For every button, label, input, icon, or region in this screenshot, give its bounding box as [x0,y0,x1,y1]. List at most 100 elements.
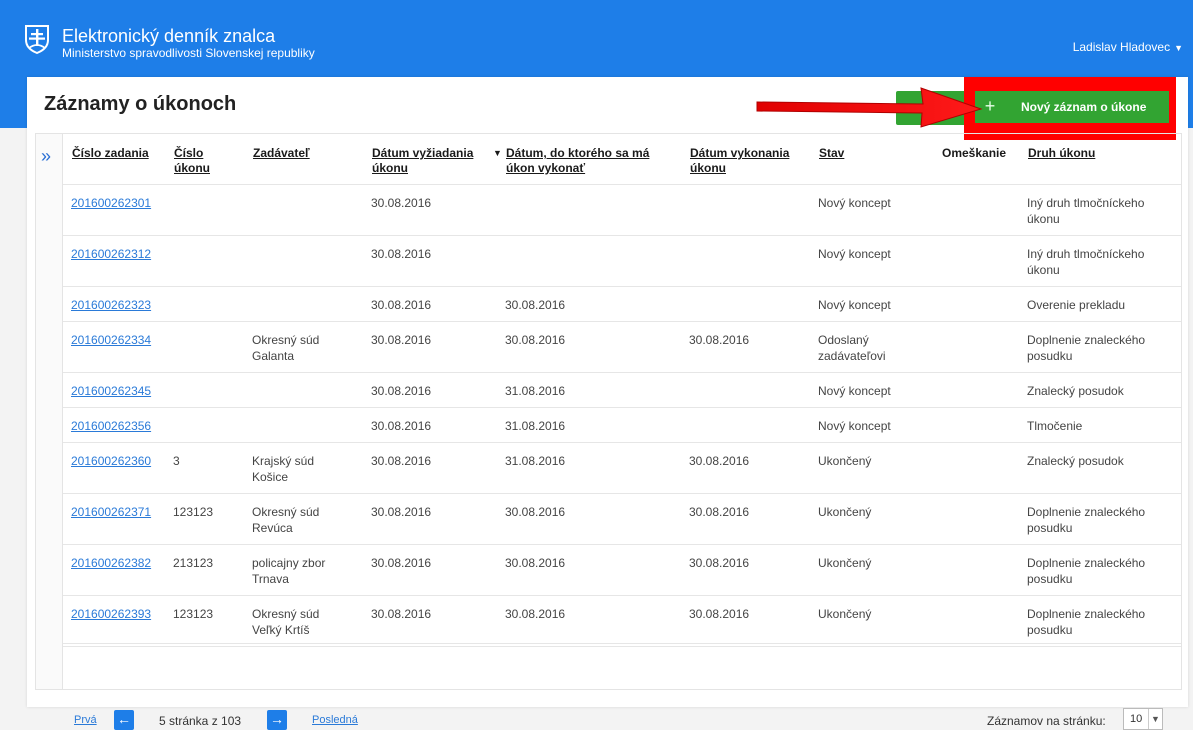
record-id-link[interactable]: 201600262312 [71,247,151,261]
col-header-omeskanie: Omeškanie [942,146,1007,160]
cell-req: 30.08.2016 [371,298,432,312]
cell-client: Okresný súd Galanta [252,333,320,363]
cell-kind: Doplnenie znaleckého posudku [1027,505,1146,535]
cell-req: 30.08.2016 [371,419,432,433]
cell-state: Odoslaný zadávateľovi [818,333,886,363]
record-id-link[interactable]: 201600262393 [71,607,151,621]
new-record-button[interactable]: + Nový záznam o úkone [975,91,1169,123]
per-page-select[interactable]: 10 ▼ [1123,708,1163,730]
slovak-cross-shield-icon [25,25,49,54]
cell-done: 30.08.2016 [689,505,750,519]
table-row: 201600262334 Okresný súd Galanta 30.08.201… [63,322,1181,372]
page-info: 5 stránka z 103 [159,714,242,728]
cell-due: 31.08.2016 [505,384,566,398]
cell-id: 201600262334 [71,332,171,348]
cell-due: 30.08.2016 [505,298,566,312]
records-card: Záznamy o úkonoch Ex + Nový záznam o úko… [27,77,1188,730]
sidebar-expander[interactable]: » [36,134,63,689]
table-row: 201600262371 123123 Okresný súd Revúca 30.0… [63,494,1181,544]
cell-kind: Znalecký posudok [1027,384,1124,398]
cell-id: 201600262312 [71,246,171,262]
app-subtitle: Ministerstvo spravodlivosti Slovenskej r… [62,46,315,60]
cell-client: Krajský súd Košice [252,454,315,484]
records-table: » Číslo zadania Číslo úkonu Zadávateľ Dá… [35,133,1182,730]
cell-due: 31.08.2016 [505,419,566,433]
cell-state: Nový koncept [818,247,891,261]
cell-client: policajny zbor Trnava [252,556,326,586]
record-id-link[interactable]: 201600262334 [71,333,151,347]
cell-due: 30.08.2016 [505,505,566,519]
chevron-down-icon: ▼ [1148,709,1162,729]
red-arrow-icon [756,87,983,128]
cell-client: Okresný súd Revúca [252,505,320,535]
cell-state: Nový koncept [818,196,891,210]
record-id-link[interactable]: 201600262323 [71,298,151,312]
col-header-datum-vykonania[interactable]: Dátum vykonania úkonu [690,146,808,176]
next-page-button[interactable]: → [267,710,287,730]
table-row: 201600262356 30.08.2016 31.08.2016 Nový kon… [63,408,1181,442]
cell-num: 123123 [173,505,214,519]
cell-req: 30.08.2016 [371,384,432,398]
cell-id: 201600262371 [71,504,171,520]
app-title: Elektronický denník znalca [62,26,276,46]
cell-due: 31.08.2016 [505,454,566,468]
cell-id: 201600262356 [71,418,171,434]
prev-page-button[interactable]: ← [114,710,134,730]
cell-id: 201600262360 [71,453,171,469]
record-id-link[interactable]: 201600262382 [71,556,151,570]
col-header-stav[interactable]: Stav [819,146,844,161]
cell-kind: Doplnenie znaleckého posudku [1027,556,1146,586]
cell-req: 30.08.2016 [371,454,432,468]
cell-kind: Tlmočenie [1027,419,1083,433]
cell-id: 201600262382 [71,555,171,571]
col-header-zadavatel[interactable]: Zadávateľ [253,146,310,161]
cell-due: 30.08.2016 [505,607,566,621]
user-name: Ladislav Hladovec [1072,40,1171,54]
cell-done: 30.08.2016 [689,333,750,347]
cell-id: 201600262301 [71,195,171,211]
row-divider [63,646,1181,647]
cell-due: 30.08.2016 [505,333,566,347]
col-header-cislo-zadania[interactable]: Číslo zadania [72,146,149,161]
per-page-label: Záznamov na stránku: [987,714,1106,728]
first-page-link[interactable]: Prvá [74,714,97,726]
cell-kind: Overenie prekladu [1027,298,1126,312]
per-page-value: 10 [1130,713,1143,725]
last-page-link[interactable]: Posledná [312,714,358,726]
cell-state: Ukončený [818,505,872,519]
record-id-link[interactable]: 201600262371 [71,505,151,519]
col-header-datum-vyziadania[interactable]: Dátum vyžiadania úkonu [372,146,484,176]
col-header-druh-ukonu[interactable]: Druh úkonu [1028,146,1095,161]
cell-id: 201600262393 [71,606,171,622]
cell-req: 30.08.2016 [371,247,432,261]
cell-kind: Iný druh tlmočníckeho úkonu [1027,196,1145,226]
page-title: Záznamy o úkonoch [44,93,237,115]
caret-down-icon: ▼ [1174,43,1183,53]
record-id-link[interactable]: 201600262301 [71,196,151,210]
record-id-link[interactable]: 201600262356 [71,419,151,433]
double-chevron-right-icon[interactable]: » [41,146,51,167]
record-id-link[interactable]: 201600262345 [71,384,151,398]
col-header-cislo-ukonu[interactable]: Číslo úkonu [174,146,220,176]
table-row: 201600262382 213123 policajny zbor Trnava 3… [63,545,1181,595]
cell-num: 123123 [173,607,214,621]
cell-done: 30.08.2016 [689,454,750,468]
table-row: 201600262323 30.08.2016 30.08.2016 Nový kon… [63,287,1181,321]
cell-kind: Iný druh tlmočníckeho úkonu [1027,247,1145,277]
cell-state: Ukončený [818,556,872,570]
table-row: 201600262393 123123 Okresný súd Veľký Krtí… [63,596,1181,646]
table-row: 201600262360 3 Krajský súd Košice 30.08.201… [63,443,1181,493]
cell-state: Nový koncept [818,384,891,398]
col-header-datum-do-ktoreho[interactable]: ▼ Dátum, do ktorého sa má úkon vykonať [493,146,676,176]
cell-kind: Doplnenie znaleckého posudku [1027,607,1146,637]
new-record-label: Nový záznam o úkone [1021,100,1147,114]
cell-state: Ukončený [818,607,872,621]
record-id-link[interactable]: 201600262360 [71,454,151,468]
cell-due: 30.08.2016 [505,556,566,570]
footer-divider [63,643,1181,644]
cell-req: 30.08.2016 [371,333,432,347]
cell-client: Okresný súd Veľký Krtíš [252,607,320,637]
cell-state: Ukončený [818,454,872,468]
cell-kind: Znalecký posudok [1027,454,1124,468]
user-menu[interactable]: Ladislav Hladovec ▼ [1073,40,1183,54]
